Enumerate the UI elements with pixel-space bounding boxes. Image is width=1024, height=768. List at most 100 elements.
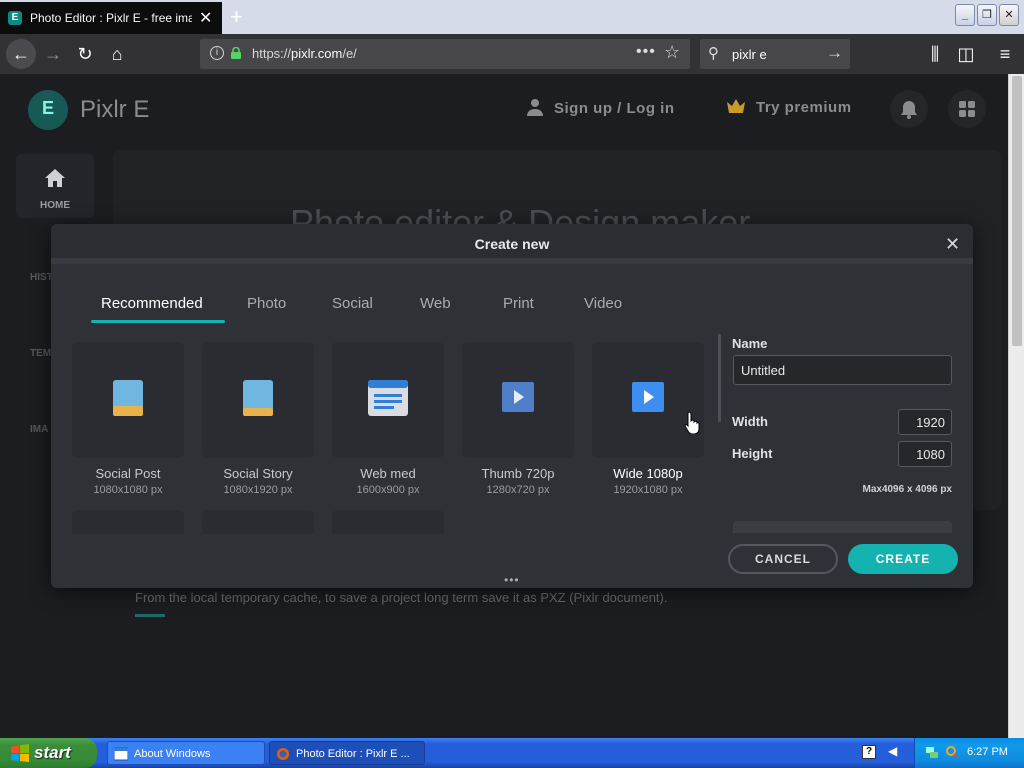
phone-post-icon	[113, 380, 143, 416]
name-label: Name	[732, 336, 768, 351]
tab-video[interactable]: Video	[584, 295, 622, 312]
brand-name[interactable]: Pixlr E	[80, 96, 149, 124]
template-label: Social Post	[95, 466, 161, 481]
template-size: 1920x1080 px	[613, 484, 683, 496]
taskbar-item-photo-editor[interactable]: Photo Editor : Pixlr E ...	[269, 741, 425, 765]
notification-bell-icon[interactable]	[890, 90, 928, 128]
nav-item-home[interactable]: HOME	[16, 154, 94, 218]
hand-cursor-icon	[684, 411, 700, 434]
hamburger-menu-icon[interactable]: ≡	[992, 41, 1018, 67]
system-tray: 6:27 PM	[914, 738, 1024, 768]
bookmark-star-icon[interactable]: ☆	[664, 42, 680, 63]
cache-notice: From the local temporary cache, to save …	[135, 590, 668, 605]
nav-home-label: HOME	[40, 200, 70, 211]
tab-web[interactable]: Web	[420, 295, 451, 312]
width-input[interactable]	[898, 409, 952, 435]
more-dots-icon[interactable]: •••	[504, 573, 520, 587]
accent-underline	[135, 614, 165, 617]
signup-login-link[interactable]: Sign up / Log in	[526, 98, 674, 117]
window-minimize-button[interactable]: _	[955, 4, 975, 26]
url-bar[interactable]: i https://pixlr.com/e/ ••• ☆	[200, 39, 690, 69]
back-arrow-icon[interactable]: ←	[6, 39, 36, 69]
video-play-icon	[502, 382, 534, 412]
create-button[interactable]: CREATE	[848, 544, 958, 574]
tab-social[interactable]: Social	[332, 295, 373, 312]
max-size-note: Max4096 x 4096 px	[862, 484, 952, 495]
template-label: Social Story	[223, 466, 293, 481]
cancel-button[interactable]: CANCEL	[728, 544, 838, 574]
tray-expand-icon[interactable]: ◀	[888, 744, 897, 758]
windows-flag-icon	[11, 744, 29, 762]
clock: 6:27 PM	[967, 746, 1008, 758]
browser-toolbar: ← → ↻ ⌂ i https://pixlr.com/e/ ••• ☆ ⚲ p…	[0, 34, 1024, 74]
extra-option-row[interactable]	[733, 521, 952, 533]
tab-title: Photo Editor : Pixlr E - free image	[30, 11, 192, 25]
template-size: 1080x1080 px	[93, 484, 163, 496]
name-input[interactable]	[733, 355, 952, 385]
template-list-scrollbar[interactable]	[718, 334, 721, 422]
reload-icon[interactable]: ↻	[72, 41, 98, 67]
template-card-partial[interactable]	[202, 510, 314, 534]
scrollbar-thumb[interactable]	[1012, 76, 1022, 346]
template-web-med[interactable]	[332, 342, 444, 458]
home-icon[interactable]: ⌂	[104, 41, 130, 67]
info-icon[interactable]: i	[210, 46, 224, 60]
start-button[interactable]: start	[0, 738, 97, 768]
apps-grid-icon[interactable]	[948, 90, 986, 128]
active-tab-indicator	[91, 320, 225, 323]
firefox-icon	[277, 748, 289, 760]
template-card-partial[interactable]	[72, 510, 184, 534]
search-go-arrow-icon[interactable]: →	[826, 43, 843, 63]
template-size: 1600x900 px	[356, 484, 420, 496]
window-restore-button[interactable]: ❐	[977, 4, 997, 26]
window-close-button[interactable]: ✕	[999, 4, 1019, 26]
user-icon	[527, 99, 543, 116]
tab-print[interactable]: Print	[503, 295, 534, 312]
url-text[interactable]: https://pixlr.com/e/	[252, 46, 357, 61]
tab-close-icon[interactable]: ✕	[199, 8, 212, 28]
template-size: 1280x720 px	[486, 484, 550, 496]
crown-icon	[727, 99, 745, 113]
template-size: 1080x1920 px	[223, 484, 293, 496]
dialog-title: Create new	[474, 236, 550, 252]
browser-tab[interactable]: E Photo Editor : Pixlr E - free image ✕	[0, 2, 222, 34]
taskbar-item-about-windows[interactable]: About Windows	[107, 741, 265, 765]
tab-photo[interactable]: Photo	[247, 295, 286, 312]
width-label: Width	[732, 414, 768, 429]
height-input[interactable]	[898, 441, 952, 467]
library-icon[interactable]: ⫼	[922, 41, 948, 67]
dialog-close-icon[interactable]: ✕	[945, 234, 960, 255]
template-social-post[interactable]	[72, 342, 184, 458]
template-label: Wide 1080p	[613, 466, 683, 481]
magnifier-icon: ⚲	[708, 45, 719, 62]
template-label: Thumb 720p	[481, 466, 555, 481]
web-page-icon	[368, 380, 408, 416]
search-bar[interactable]: ⚲ pixlr e →	[700, 39, 850, 69]
home-icon	[45, 169, 65, 187]
pixlr-logo-icon[interactable]: E	[28, 90, 68, 130]
page-actions-icon[interactable]: •••	[636, 43, 656, 61]
nav-item-history-label[interactable]: HIST	[30, 272, 53, 283]
search-input[interactable]: pixlr e	[732, 47, 767, 62]
template-wide-1080p[interactable]	[592, 342, 704, 458]
phone-story-icon	[243, 380, 273, 416]
video-play-icon	[632, 382, 664, 412]
page-scrollbar[interactable]	[1008, 74, 1024, 738]
new-tab-button[interactable]: +	[230, 4, 243, 30]
height-label: Height	[732, 446, 773, 461]
browser-tab-bar: E Photo Editor : Pixlr E - free image ✕ …	[0, 0, 1024, 34]
sidebar-toggle-icon[interactable]: ◫	[953, 41, 979, 67]
forward-arrow-icon[interactable]: →	[40, 41, 66, 67]
template-social-story[interactable]	[202, 342, 314, 458]
windows-taskbar: start About Windows Photo Editor : Pixlr…	[0, 738, 1024, 768]
template-card-partial[interactable]	[332, 510, 444, 534]
nav-item-images-label[interactable]: IMA	[30, 424, 48, 435]
create-new-dialog: Create new ✕ Recommended Photo Social We…	[51, 224, 973, 588]
network-icon[interactable]	[925, 745, 939, 759]
tab-recommended[interactable]: Recommended	[101, 295, 203, 312]
search-tray-icon[interactable]	[945, 745, 959, 759]
template-label: Web med	[360, 466, 416, 481]
try-premium-link[interactable]: Try premium	[726, 98, 852, 116]
template-thumb-720p[interactable]	[462, 342, 574, 458]
help-icon[interactable]: ?	[862, 745, 876, 759]
